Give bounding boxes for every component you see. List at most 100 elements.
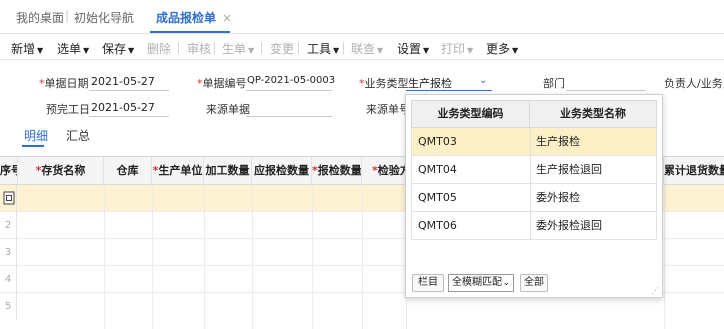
chevron-down-icon: ▼ [512, 46, 519, 55]
query-label: 联查 [351, 42, 376, 56]
bill-date-label: *单据日期 [39, 75, 89, 91]
dd-option-row[interactable]: QMT06 委外报检退回 [411, 212, 657, 240]
dd-option-name: 生产报检 [536, 135, 580, 148]
dd-cell-divider [530, 156, 531, 184]
source-no-label: 来源单号 [366, 103, 410, 116]
tab-my-desktop[interactable]: 我的桌面 [16, 9, 64, 26]
review-button[interactable]: 审核 [187, 40, 211, 57]
dd-col-header-name: 业务类型名称 [529, 100, 657, 128]
grid-column-line [362, 185, 363, 329]
bill-date-label-text: 单据日期 [44, 77, 89, 90]
dd-col-header-code: 业务类型编码 [411, 100, 530, 128]
tools-button[interactable]: 工具 ▼ [307, 40, 339, 57]
biz-type-dropdown[interactable]: 业务类型编码 业务类型名称 QMT03 生产报检 QMT04 生产报检退回 QM… [405, 94, 663, 298]
bill-no-field[interactable]: QP-2021-05-0003 [247, 75, 335, 86]
match-mode-select[interactable]: 全模糊匹配 ⌄ [448, 274, 514, 292]
finish-date-label: 预完工日 [46, 103, 90, 116]
dd-cell-divider [530, 212, 531, 240]
tab-init-navigation[interactable]: 初始化导航 [74, 9, 134, 26]
select-bill-button[interactable]: 选单 ▼ [57, 40, 89, 57]
col-header-inspect-qty[interactable]: *报检数量 [312, 157, 362, 185]
tab-product-inspection-label: 成品报检单 [156, 11, 217, 25]
show-all-button[interactable]: 全部 [520, 274, 548, 292]
tab-summary[interactable]: 汇总 [66, 127, 90, 144]
bill-no-label: *单据编号 [197, 75, 247, 91]
print-label: 打印 [441, 42, 466, 56]
col-header-cumulative-return-qty[interactable]: 累计退货数量 [664, 157, 724, 185]
settings-button[interactable]: 设置 ▼ [397, 40, 429, 57]
more-button[interactable]: 更多 ▼ [486, 40, 518, 57]
biz-type-select[interactable]: 生产报检 [408, 75, 452, 91]
generate-label: 生单 [222, 42, 247, 56]
col-header-due-inspect-qty[interactable]: 应报检数量 [252, 157, 312, 185]
tab-product-inspection[interactable]: 成品报检单 × [156, 9, 232, 26]
tools-label: 工具 [307, 42, 332, 56]
detail-tab-indicator [22, 145, 44, 147]
close-icon[interactable]: × [222, 11, 232, 25]
save-button[interactable]: 保存 ▼ [102, 40, 134, 57]
finish-date-field[interactable]: 2021-05-27 [91, 101, 155, 114]
dd-option-row[interactable]: QMT03 生产报检 [411, 128, 657, 156]
chevron-down-icon[interactable]: ⌄ [479, 75, 487, 86]
dd-cell-divider [530, 184, 531, 212]
bill-date-field[interactable]: 2021-05-27 [91, 75, 155, 88]
chevron-down-icon: ▼ [37, 46, 44, 55]
chevron-down-icon: ▼ [333, 46, 340, 55]
row-number: 2 [0, 212, 17, 239]
dd-option-name: 委外报检退回 [536, 219, 602, 232]
query-button[interactable]: 联查 ▼ [351, 40, 383, 57]
dept-label: 部门 [543, 77, 565, 90]
dd-cell-divider [530, 128, 531, 156]
dd-option-row[interactable]: QMT04 生产报检退回 [411, 156, 657, 184]
col-header-inspector[interactable]: *检验方 [362, 157, 406, 185]
owner-label: 负责人/业务员 [664, 77, 724, 90]
row-number: 4 [0, 266, 17, 293]
bill-no-underline [246, 90, 332, 91]
change-button[interactable]: 变更 [270, 40, 294, 57]
bill-date-underline [89, 90, 169, 91]
settings-label: 设置 [397, 42, 422, 56]
col-header-inspect-qty-text: 报检数量 [317, 164, 362, 177]
tab-separator: | [65, 9, 70, 23]
col-header-item-name[interactable]: *存货名称 [18, 157, 104, 185]
toolbar-divider [298, 42, 299, 54]
col-header-warehouse[interactable]: 仓库 [104, 157, 152, 185]
chevron-down-icon: ⌄ [502, 278, 510, 288]
col-header-inspector-text: 检验方 [377, 164, 405, 177]
col-header-production-unit-text: 生产单位 [158, 164, 203, 177]
dd-option-code: QMT03 [418, 135, 457, 148]
biz-type-label-text: 业务类型 [364, 77, 409, 90]
grid-column-line [252, 185, 253, 329]
grid-column-line [152, 185, 153, 329]
dd-option-code: QMT05 [418, 191, 457, 204]
new-label: 新增 [11, 42, 36, 56]
tab-bar: 我的桌面 | 初始化导航 成品报检单 × [0, 0, 724, 34]
toolbar-divider [343, 42, 344, 54]
columns-button[interactable]: 栏目 [412, 274, 444, 292]
more-label: 更多 [486, 42, 511, 56]
chevron-down-icon: ▼ [377, 46, 384, 55]
dd-option-row[interactable]: QMT05 委外报检 [411, 184, 657, 212]
toolbar-divider [178, 42, 179, 54]
chevron-down-icon: ▼ [467, 46, 474, 55]
col-header-production-unit[interactable]: *生产单位 [152, 157, 204, 185]
chevron-down-icon: ▼ [423, 46, 430, 55]
new-button[interactable]: 新增 ▼ [11, 40, 43, 57]
resize-grip-icon[interactable]: ⋰ [651, 286, 659, 295]
match-mode-value: 全模糊匹配 [452, 277, 502, 288]
chevron-down-icon: ▼ [248, 46, 255, 55]
generate-bill-button[interactable]: 生单 ▼ [222, 40, 254, 57]
col-header-process-qty[interactable]: 加工数量 [204, 157, 252, 185]
dept-underline [566, 90, 646, 91]
toolbar-divider [214, 42, 215, 54]
save-label: 保存 [102, 42, 127, 56]
source-bill-label: 来源单据 [206, 103, 250, 116]
tab-detail[interactable]: 明细 [24, 127, 48, 144]
print-button[interactable]: 打印 ▼ [441, 40, 473, 57]
delete-button[interactable]: 删除 [147, 40, 171, 57]
chevron-down-icon: ▼ [128, 46, 135, 55]
dd-option-code: QMT06 [418, 219, 457, 232]
row-edit-icon[interactable] [3, 191, 15, 205]
grid-column-line [312, 185, 313, 329]
col-header-item-name-text: 存货名称 [41, 164, 86, 177]
